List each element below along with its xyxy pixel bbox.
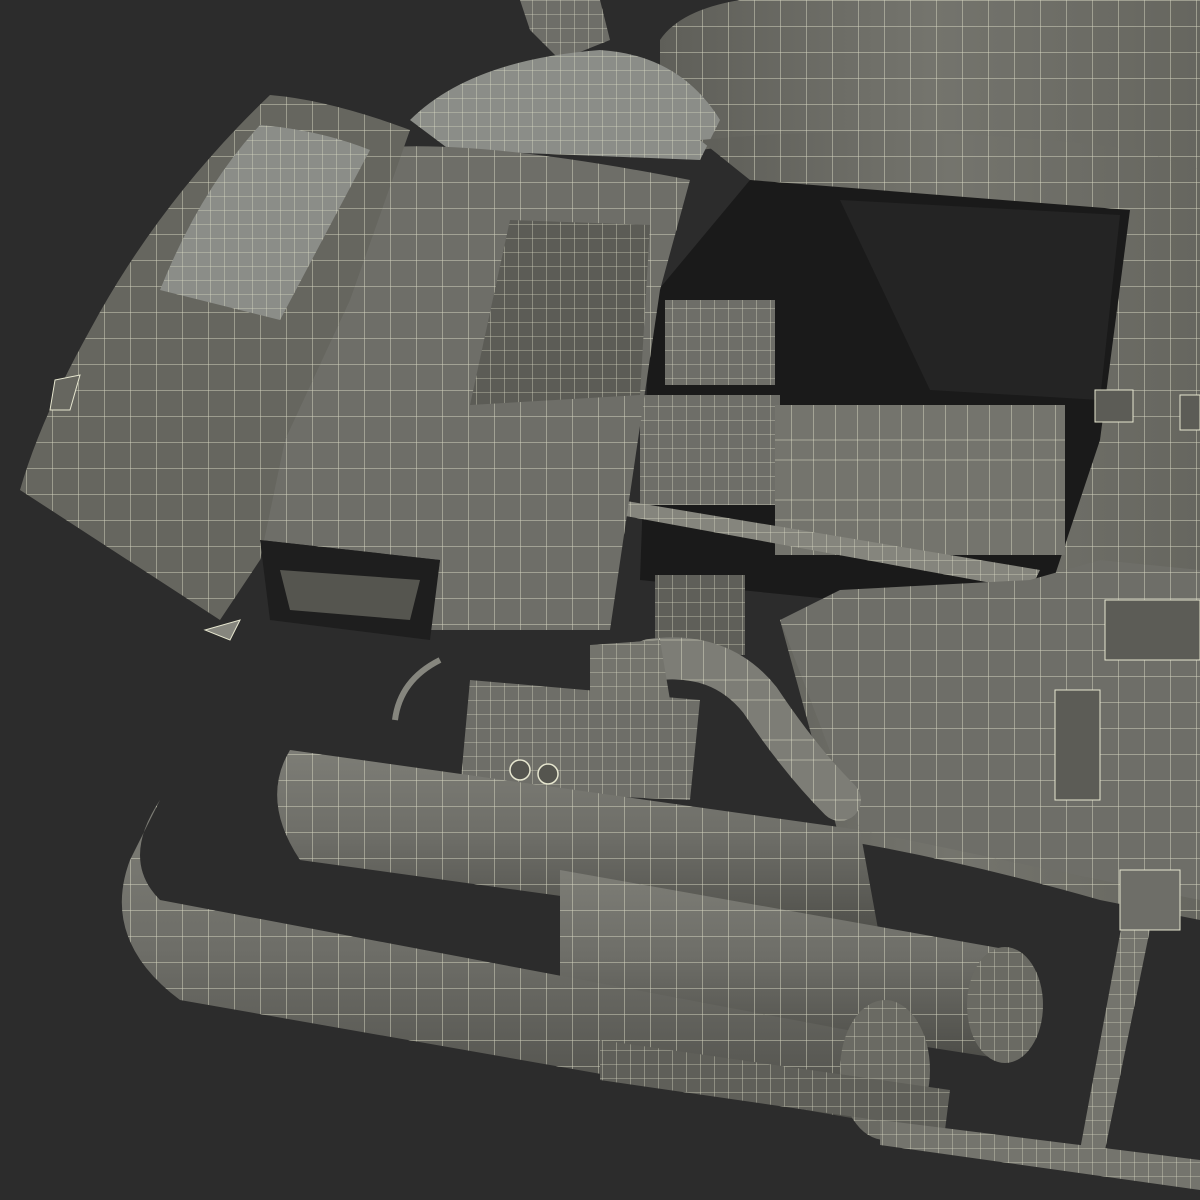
wireframe-render-scene — [0, 0, 1200, 1200]
